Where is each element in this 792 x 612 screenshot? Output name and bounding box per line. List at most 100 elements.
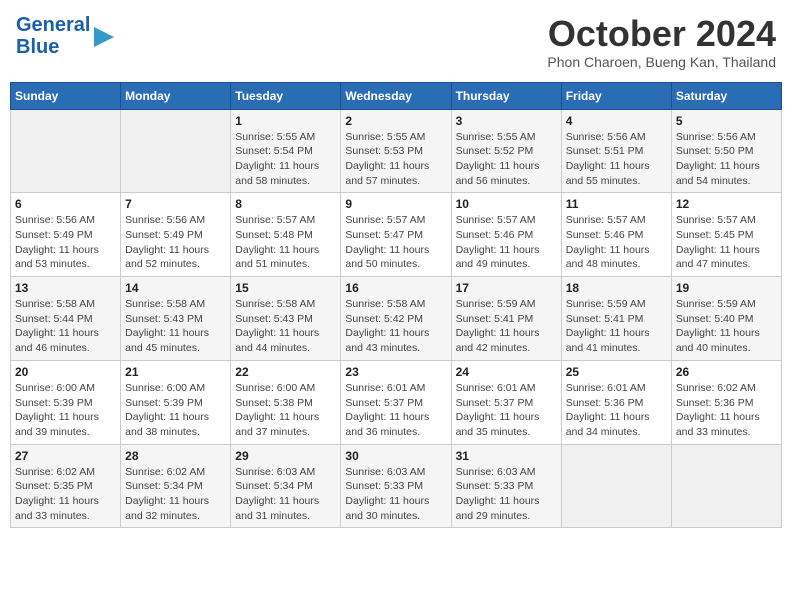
calendar-cell: 27Sunrise: 6:02 AMSunset: 5:35 PMDayligh… bbox=[11, 444, 121, 528]
col-tuesday: Tuesday bbox=[231, 82, 341, 109]
calendar-cell: 7 Sunrise: 5:56 AMSunset: 5:49 PMDaylight… bbox=[121, 193, 231, 277]
day-info: Sunrise: 5:59 AMSunset: 5:41 PMDaylight:… bbox=[566, 297, 667, 356]
calendar-week-1: 1 Sunrise: 5:55 AMSunset: 5:54 PMDaylight… bbox=[11, 109, 782, 193]
day-info: Sunrise: 6:03 AMSunset: 5:34 PMDaylight:… bbox=[235, 465, 336, 524]
logo-text: General Blue bbox=[16, 14, 90, 58]
day-info: Sunrise: 5:56 AMSunset: 5:49 PMDaylight:… bbox=[125, 213, 226, 272]
day-info: Sunrise: 5:55 AMSunset: 5:54 PMDaylight:… bbox=[235, 130, 336, 189]
day-number: 4 bbox=[566, 114, 667, 128]
day-info: Sunrise: 5:58 AMSunset: 5:42 PMDaylight:… bbox=[345, 297, 446, 356]
day-number: 8 bbox=[235, 197, 336, 211]
col-saturday: Saturday bbox=[671, 82, 781, 109]
logo-arrow-icon bbox=[94, 23, 122, 51]
calendar-cell: 31 Sunrise: 6:03 AMSunset: 5:33 PMDayligh… bbox=[451, 444, 561, 528]
calendar-body: 1 Sunrise: 5:55 AMSunset: 5:54 PMDaylight… bbox=[11, 109, 782, 528]
day-number: 3 bbox=[456, 114, 557, 128]
calendar-cell: 24 Sunrise: 6:01 AMSunset: 5:37 PMDayligh… bbox=[451, 360, 561, 444]
calendar-cell: 2 Sunrise: 5:55 AMSunset: 5:53 PMDaylight… bbox=[341, 109, 451, 193]
day-info: Sunrise: 6:01 AMSunset: 5:37 PMDaylight:… bbox=[345, 381, 446, 440]
calendar-cell: 19Sunrise: 5:59 AMSunset: 5:40 PMDayligh… bbox=[671, 277, 781, 361]
calendar-cell: 30 Sunrise: 6:03 AMSunset: 5:33 PMDayligh… bbox=[341, 444, 451, 528]
calendar-cell: 29 Sunrise: 6:03 AMSunset: 5:34 PMDayligh… bbox=[231, 444, 341, 528]
day-number: 9 bbox=[345, 197, 446, 211]
calendar-cell bbox=[671, 444, 781, 528]
day-number: 24 bbox=[456, 365, 557, 379]
calendar-cell: 28Sunrise: 6:02 AMSunset: 5:34 PMDayligh… bbox=[121, 444, 231, 528]
calendar-cell: 23 Sunrise: 6:01 AMSunset: 5:37 PMDayligh… bbox=[341, 360, 451, 444]
day-info: Sunrise: 5:57 AMSunset: 5:48 PMDaylight:… bbox=[235, 213, 336, 272]
day-number: 2 bbox=[345, 114, 446, 128]
calendar-table: Sunday Monday Tuesday Wednesday Thursday… bbox=[10, 82, 782, 529]
day-number: 11 bbox=[566, 197, 667, 211]
day-info: Sunrise: 5:55 AMSunset: 5:52 PMDaylight:… bbox=[456, 130, 557, 189]
day-info: Sunrise: 5:57 AMSunset: 5:47 PMDaylight:… bbox=[345, 213, 446, 272]
day-info: Sunrise: 5:57 AMSunset: 5:46 PMDaylight:… bbox=[566, 213, 667, 272]
col-thursday: Thursday bbox=[451, 82, 561, 109]
calendar-cell: 10Sunrise: 5:57 AMSunset: 5:46 PMDayligh… bbox=[451, 193, 561, 277]
calendar-cell: 14Sunrise: 5:58 AMSunset: 5:43 PMDayligh… bbox=[121, 277, 231, 361]
day-number: 29 bbox=[235, 449, 336, 463]
day-info: Sunrise: 5:59 AMSunset: 5:41 PMDaylight:… bbox=[456, 297, 557, 356]
day-info: Sunrise: 5:58 AMSunset: 5:43 PMDaylight:… bbox=[235, 297, 336, 356]
calendar-cell: 26Sunrise: 6:02 AMSunset: 5:36 PMDayligh… bbox=[671, 360, 781, 444]
calendar-cell: 16 Sunrise: 5:58 AMSunset: 5:42 PMDayligh… bbox=[341, 277, 451, 361]
day-number: 30 bbox=[345, 449, 446, 463]
calendar-cell: 18 Sunrise: 5:59 AMSunset: 5:41 PMDayligh… bbox=[561, 277, 671, 361]
day-number: 25 bbox=[566, 365, 667, 379]
day-info: Sunrise: 5:58 AMSunset: 5:44 PMDaylight:… bbox=[15, 297, 116, 356]
col-wednesday: Wednesday bbox=[341, 82, 451, 109]
day-number: 21 bbox=[125, 365, 226, 379]
day-info: Sunrise: 5:56 AMSunset: 5:49 PMDaylight:… bbox=[15, 213, 116, 272]
day-number: 1 bbox=[235, 114, 336, 128]
location-subtitle: Phon Charoen, Bueng Kan, Thailand bbox=[547, 54, 776, 70]
calendar-cell: 22Sunrise: 6:00 AMSunset: 5:38 PMDayligh… bbox=[231, 360, 341, 444]
day-info: Sunrise: 6:02 AMSunset: 5:36 PMDaylight:… bbox=[676, 381, 777, 440]
day-info: Sunrise: 6:00 AMSunset: 5:39 PMDaylight:… bbox=[125, 381, 226, 440]
day-number: 22 bbox=[235, 365, 336, 379]
logo-text-block: General Blue bbox=[16, 14, 122, 58]
calendar-week-5: 27Sunrise: 6:02 AMSunset: 5:35 PMDayligh… bbox=[11, 444, 782, 528]
calendar-cell: 17Sunrise: 5:59 AMSunset: 5:41 PMDayligh… bbox=[451, 277, 561, 361]
col-sunday: Sunday bbox=[11, 82, 121, 109]
calendar-cell: 4 Sunrise: 5:56 AMSunset: 5:51 PMDaylight… bbox=[561, 109, 671, 193]
day-number: 5 bbox=[676, 114, 777, 128]
calendar-cell: 21 Sunrise: 6:00 AMSunset: 5:39 PMDayligh… bbox=[121, 360, 231, 444]
day-info: Sunrise: 6:01 AMSunset: 5:36 PMDaylight:… bbox=[566, 381, 667, 440]
calendar-week-3: 13Sunrise: 5:58 AMSunset: 5:44 PMDayligh… bbox=[11, 277, 782, 361]
day-number: 28 bbox=[125, 449, 226, 463]
day-number: 23 bbox=[345, 365, 446, 379]
day-number: 31 bbox=[456, 449, 557, 463]
day-number: 7 bbox=[125, 197, 226, 211]
day-number: 20 bbox=[15, 365, 116, 379]
weekday-row: Sunday Monday Tuesday Wednesday Thursday… bbox=[11, 82, 782, 109]
day-info: Sunrise: 5:56 AMSunset: 5:51 PMDaylight:… bbox=[566, 130, 667, 189]
calendar-header: Sunday Monday Tuesday Wednesday Thursday… bbox=[11, 82, 782, 109]
day-number: 16 bbox=[345, 281, 446, 295]
calendar-cell: 15 Sunrise: 5:58 AMSunset: 5:43 PMDayligh… bbox=[231, 277, 341, 361]
page-container: General Blue October 2024 Phon Char bbox=[10, 10, 782, 528]
day-info: Sunrise: 6:00 AMSunset: 5:39 PMDaylight:… bbox=[15, 381, 116, 440]
col-monday: Monday bbox=[121, 82, 231, 109]
calendar-cell bbox=[121, 109, 231, 193]
day-info: Sunrise: 5:55 AMSunset: 5:53 PMDaylight:… bbox=[345, 130, 446, 189]
calendar-cell: 11 Sunrise: 5:57 AMSunset: 5:46 PMDayligh… bbox=[561, 193, 671, 277]
day-info: Sunrise: 5:57 AMSunset: 5:45 PMDaylight:… bbox=[676, 213, 777, 272]
day-info: Sunrise: 5:59 AMSunset: 5:40 PMDaylight:… bbox=[676, 297, 777, 356]
day-info: Sunrise: 6:03 AMSunset: 5:33 PMDaylight:… bbox=[345, 465, 446, 524]
calendar-cell: 8 Sunrise: 5:57 AMSunset: 5:48 PMDaylight… bbox=[231, 193, 341, 277]
calendar-cell bbox=[11, 109, 121, 193]
calendar-cell: 1 Sunrise: 5:55 AMSunset: 5:54 PMDaylight… bbox=[231, 109, 341, 193]
calendar-cell: 25 Sunrise: 6:01 AMSunset: 5:36 PMDayligh… bbox=[561, 360, 671, 444]
calendar-cell: 5Sunrise: 5:56 AMSunset: 5:50 PMDaylight… bbox=[671, 109, 781, 193]
day-info: Sunrise: 6:03 AMSunset: 5:33 PMDaylight:… bbox=[456, 465, 557, 524]
day-number: 15 bbox=[235, 281, 336, 295]
day-number: 27 bbox=[15, 449, 116, 463]
calendar-cell: 20 Sunrise: 6:00 AMSunset: 5:39 PMDayligh… bbox=[11, 360, 121, 444]
day-info: Sunrise: 6:01 AMSunset: 5:37 PMDaylight:… bbox=[456, 381, 557, 440]
day-number: 18 bbox=[566, 281, 667, 295]
day-number: 14 bbox=[125, 281, 226, 295]
calendar-cell: 3 Sunrise: 5:55 AMSunset: 5:52 PMDaylight… bbox=[451, 109, 561, 193]
day-info: Sunrise: 5:57 AMSunset: 5:46 PMDaylight:… bbox=[456, 213, 557, 272]
logo-blue: Blue bbox=[16, 36, 59, 58]
calendar-cell bbox=[561, 444, 671, 528]
